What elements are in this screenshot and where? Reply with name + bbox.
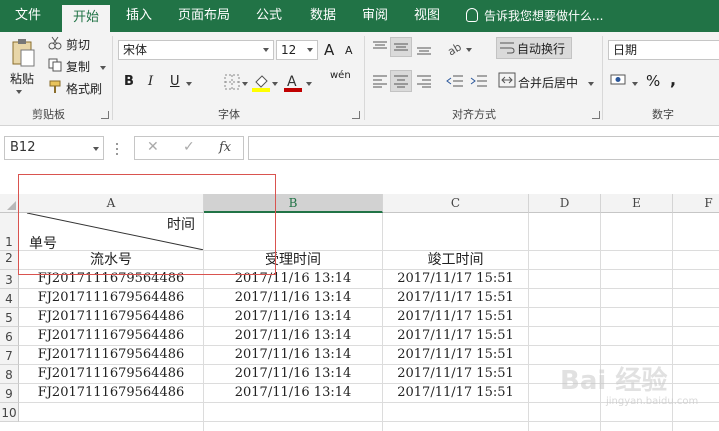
clipboard-group-label: 剪贴板 xyxy=(32,108,65,121)
bold-button[interactable]: B xyxy=(124,74,134,89)
merge-center-button[interactable]: 合并后居中 xyxy=(518,74,578,91)
font-launcher-icon[interactable] xyxy=(352,111,360,119)
font-size-value: 12 xyxy=(281,43,297,57)
name-box[interactable]: B12 xyxy=(4,136,104,160)
merge-center-icon xyxy=(498,72,516,88)
chevron-down-icon xyxy=(93,147,99,151)
format-painter-button[interactable]: 格式刷 xyxy=(66,80,102,97)
watermark-url: jingyan.baidu.com xyxy=(606,396,699,407)
decrease-font-size-button[interactable]: A xyxy=(345,44,353,57)
number-group-label: 数字 xyxy=(652,108,674,121)
group-divider xyxy=(602,36,603,120)
font-color-icon[interactable]: A xyxy=(284,72,302,92)
number-format-value: 日期 xyxy=(613,43,638,57)
group-divider xyxy=(112,36,113,120)
align-middle-button[interactable] xyxy=(390,37,412,57)
increase-font-size-button[interactable]: A xyxy=(324,41,334,59)
italic-button[interactable]: I xyxy=(148,74,153,89)
font-name-value: 宋体 xyxy=(123,43,148,57)
group-divider xyxy=(364,36,365,120)
underline-button[interactable]: U xyxy=(170,74,180,89)
name-box-value: B12 xyxy=(10,140,36,155)
paste-button-label[interactable]: 粘贴 xyxy=(10,70,34,87)
alignment-group-label: 对齐方式 xyxy=(452,108,496,121)
tab-page-layout[interactable]: 页面布局 xyxy=(168,0,240,32)
tab-formulas[interactable]: 公式 xyxy=(244,0,294,32)
decrease-indent-icon[interactable] xyxy=(446,74,464,88)
font-group-label: 字体 xyxy=(218,108,240,121)
formula-buttons: ✕ ✓ fx xyxy=(134,136,244,160)
cut-button[interactable]: 剪切 xyxy=(66,36,90,53)
tab-review[interactable]: 审阅 xyxy=(352,0,398,32)
scissors-icon xyxy=(48,36,62,50)
align-middle-icon xyxy=(394,43,408,51)
ribbon-tab-bar: 文件 开始 插入 页面布局 公式 数据 审阅 视图 告诉我您想要做什么... xyxy=(0,0,719,32)
underline-dropdown-icon[interactable] xyxy=(186,82,192,86)
font-size-select[interactable]: 12 xyxy=(276,40,318,60)
ribbon-home: 粘贴 剪切 复制 格式刷 剪贴板 宋体 12 A A B I U A wén 字… xyxy=(0,32,719,126)
tab-insert[interactable]: 插入 xyxy=(114,0,164,32)
svg-text:ab: ab xyxy=(446,40,464,56)
tell-me-search[interactable]: 告诉我您想要做什么... xyxy=(466,0,603,32)
accounting-format-icon[interactable] xyxy=(610,72,630,88)
alignment-launcher-icon[interactable] xyxy=(592,111,600,119)
align-bottom-icon[interactable] xyxy=(416,40,432,56)
comma-style-button[interactable]: , xyxy=(670,70,676,89)
tab-view[interactable]: 视图 xyxy=(402,0,452,32)
fill-color-icon[interactable] xyxy=(252,72,270,92)
svg-text:A: A xyxy=(287,74,297,90)
orientation-icon[interactable]: ab xyxy=(446,40,464,56)
tell-me-text: 告诉我您想要做什么... xyxy=(484,9,604,23)
borders-icon[interactable] xyxy=(224,74,240,90)
phonetic-guide-button[interactable]: wén xyxy=(330,70,351,81)
accounting-dropdown-icon[interactable] xyxy=(632,82,638,86)
wrap-text-icon xyxy=(500,42,515,54)
align-center-button[interactable] xyxy=(390,70,412,92)
percent-style-button[interactable]: % xyxy=(646,72,660,90)
align-top-icon[interactable] xyxy=(372,40,388,54)
enter-icon[interactable]: ✓ xyxy=(183,139,195,155)
fill-color-dropdown-icon[interactable] xyxy=(272,82,278,86)
format-painter-icon xyxy=(49,80,61,93)
paste-dropdown-icon[interactable] xyxy=(16,90,22,94)
number-format-select[interactable]: 日期 xyxy=(608,40,719,60)
merge-center-dropdown-icon[interactable] xyxy=(588,82,594,86)
formula-input[interactable] xyxy=(248,136,719,160)
align-center-icon xyxy=(394,75,408,88)
wrap-text-label: 自动换行 xyxy=(517,42,566,56)
watermark-logo: Bai 经验 xyxy=(560,366,668,396)
lightbulb-icon xyxy=(466,8,478,22)
font-color-dropdown-icon[interactable] xyxy=(306,82,312,86)
tab-home[interactable]: 开始 xyxy=(62,5,110,32)
copy-dropdown-icon[interactable] xyxy=(100,66,106,70)
borders-dropdown-icon[interactable] xyxy=(242,82,248,86)
cancel-icon[interactable]: ✕ xyxy=(147,139,159,155)
clipboard-launcher-icon[interactable] xyxy=(101,111,109,119)
chevron-down-icon xyxy=(307,48,313,52)
insert-function-icon[interactable]: fx xyxy=(219,140,231,155)
align-right-icon[interactable] xyxy=(416,74,432,88)
wrap-text-button[interactable]: 自动换行 xyxy=(496,37,572,59)
tab-file[interactable]: 文件 xyxy=(0,0,56,32)
orientation-dropdown-icon[interactable] xyxy=(466,48,472,52)
increase-indent-icon[interactable] xyxy=(470,74,488,88)
chevron-down-icon xyxy=(263,48,269,52)
font-name-select[interactable]: 宋体 xyxy=(118,40,274,60)
paste-icon[interactable] xyxy=(10,38,36,68)
align-left-icon[interactable] xyxy=(372,74,388,88)
formula-bar: B12 ✕ ✓ fx xyxy=(0,126,719,194)
formula-bar-grip-icon[interactable] xyxy=(116,143,120,155)
tab-data[interactable]: 数据 xyxy=(298,0,348,32)
copy-button[interactable]: 复制 xyxy=(66,58,90,75)
copy-icon xyxy=(48,58,62,72)
